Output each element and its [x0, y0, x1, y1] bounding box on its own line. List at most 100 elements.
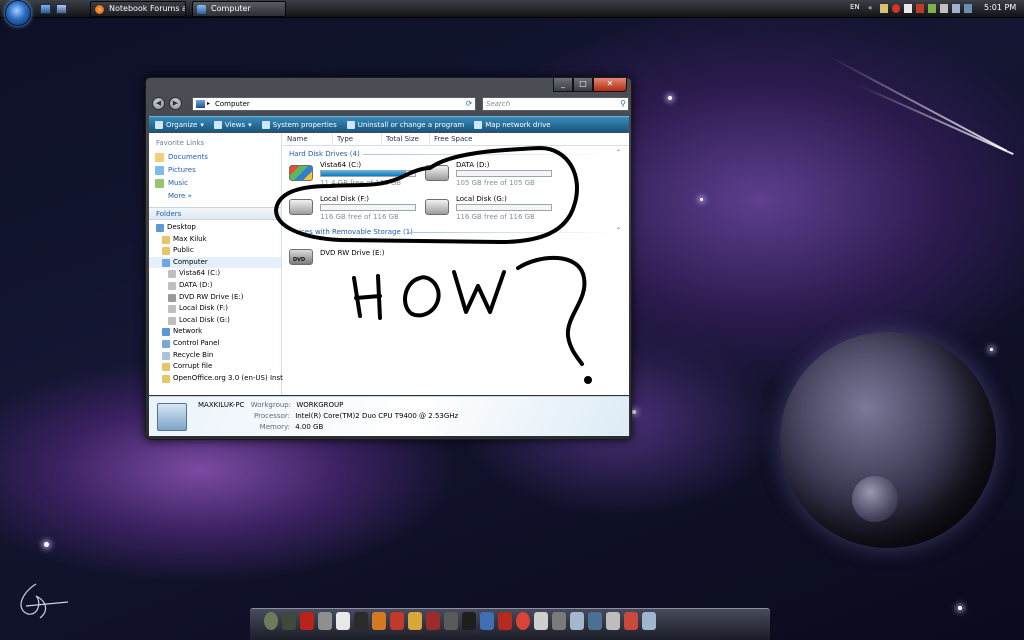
address-bar[interactable]: ▸ Computer: [192, 97, 476, 111]
dock-app-icon[interactable]: [606, 612, 620, 630]
drive-c[interactable]: Vista64 (C:) 11.4 GB free of 116 GB: [289, 161, 429, 187]
minimize-button[interactable]: _: [553, 78, 573, 92]
hard-drive-icon: [168, 316, 176, 325]
dock-app-icon[interactable]: [498, 612, 512, 630]
favorite-link-music[interactable]: Music: [149, 177, 281, 190]
uninstall-program-button[interactable]: Uninstall or change a program: [346, 120, 464, 129]
taskbar-clock[interactable]: 5:01 PM: [984, 3, 1016, 12]
breadcrumb[interactable]: Computer: [215, 100, 250, 108]
language-indicator[interactable]: EN: [850, 3, 860, 11]
dock-app-icon[interactable]: [534, 612, 548, 630]
tree-item-desktop[interactable]: Desktop: [149, 222, 281, 234]
taskbar-button-computer[interactable]: Computer: [192, 1, 286, 17]
tree-item-control-panel[interactable]: Control Panel: [149, 338, 281, 350]
tray-network-icon[interactable]: [880, 4, 888, 13]
dock-app-icon[interactable]: [300, 612, 314, 630]
maximize-button[interactable]: □: [573, 78, 593, 92]
music-icon: [155, 179, 164, 188]
memory-label: Memory:: [259, 423, 290, 431]
refresh-icon[interactable]: ⟳: [463, 97, 475, 111]
system-properties-button[interactable]: System properties: [261, 120, 337, 129]
taskbar-button-firefox[interactable]: Notebook Forums a...: [90, 1, 186, 17]
dock-app-icon[interactable]: [390, 612, 404, 630]
workgroup-value: WORKGROUP: [296, 401, 344, 409]
tree-item-public[interactable]: Public: [149, 245, 281, 257]
drive-free-space: 105 GB free of 105 GB: [456, 179, 535, 187]
folders-toggle[interactable]: Folders: [149, 207, 281, 220]
map-network-drive-button[interactable]: Map network drive: [474, 120, 551, 129]
favorite-link-more[interactable]: More »: [149, 190, 281, 203]
views-icon: [213, 120, 222, 129]
views-button[interactable]: Views ▾: [213, 120, 252, 129]
processor-row: Processor: Intel(R) Core(TM)2 Duo CPU T9…: [198, 412, 458, 420]
show-desktop-icon[interactable]: [40, 4, 51, 14]
window-controls: _ □ ✕: [553, 78, 627, 92]
column-header-type[interactable]: Type: [333, 133, 382, 146]
dock-app-icon[interactable]: [480, 612, 494, 630]
computer-icon: [196, 100, 205, 108]
breadcrumb-arrow-icon[interactable]: ▸: [207, 100, 210, 107]
tree-item-drive-d[interactable]: DATA (D:): [149, 280, 281, 292]
tree-item-user[interactable]: Max Kiluk: [149, 234, 281, 246]
close-button[interactable]: ✕: [593, 78, 627, 92]
dock-app-icon[interactable]: [516, 612, 530, 630]
dock-app-icon[interactable]: [318, 612, 332, 630]
group-header-hard-disks[interactable]: Hard Disk Drives (4): [289, 150, 360, 158]
tray-shield-icon[interactable]: [892, 4, 900, 13]
drive-e-dvd[interactable]: DVD DVD RW Drive (E:): [289, 245, 429, 271]
tree-item-network[interactable]: Network: [149, 326, 281, 338]
dock-app-icon[interactable]: [624, 612, 638, 630]
dock-app-icon[interactable]: [426, 612, 440, 630]
tree-item-openoffice[interactable]: OpenOffice.org 3.0 (en-US) Inst: [149, 373, 283, 385]
dock-app-icon[interactable]: [552, 612, 566, 630]
drive-g[interactable]: Local Disk (G:) 116 GB free of 116 GB: [425, 195, 565, 221]
search-icon[interactable]: ⚲: [620, 99, 626, 108]
column-headers: Name Type Total Size Free Space: [283, 133, 629, 146]
tree-item-drive-c[interactable]: Vista64 (C:): [149, 268, 281, 280]
dock-app-icon[interactable]: [588, 612, 602, 630]
switch-windows-icon[interactable]: [56, 4, 67, 14]
tray-app-icon[interactable]: [904, 4, 912, 13]
recycle-bin-icon[interactable]: [642, 612, 656, 630]
tray-app-icon[interactable]: [916, 4, 924, 13]
tree-item-computer[interactable]: Computer: [149, 256, 281, 269]
tray-app-icon[interactable]: [928, 4, 936, 13]
favorite-link-pictures[interactable]: Pictures: [149, 164, 281, 177]
dock-app-icon[interactable]: [408, 612, 422, 630]
tree-item-recycle-bin[interactable]: Recycle Bin: [149, 350, 281, 362]
organize-button[interactable]: Organize ▾: [155, 120, 204, 129]
dock-app-icon[interactable]: [462, 612, 476, 630]
favorite-link-documents[interactable]: Documents: [149, 151, 281, 164]
search-input[interactable]: Search ⚲: [482, 97, 629, 111]
column-header-free-space[interactable]: Free Space: [430, 133, 490, 146]
tray-app-icon[interactable]: [940, 4, 948, 13]
dock-app-icon[interactable]: [264, 612, 278, 630]
collapse-group-icon[interactable]: ⌃: [616, 149, 621, 156]
tree-item-drive-g[interactable]: Local Disk (G:): [149, 315, 281, 327]
collapse-group-icon[interactable]: ⌃: [616, 227, 621, 234]
tray-chevron-icon[interactable]: «: [868, 4, 876, 13]
dock-app-icon[interactable]: [570, 612, 584, 630]
drive-d[interactable]: DATA (D:) 105 GB free of 105 GB: [425, 161, 565, 187]
dock-app-icon[interactable]: [336, 612, 350, 630]
wallpaper-star: [990, 348, 993, 351]
column-header-total-size[interactable]: Total Size: [382, 133, 430, 146]
dock-app-icon[interactable]: [282, 612, 296, 630]
tree-item-drive-f[interactable]: Local Disk (F:): [149, 303, 281, 315]
forward-button[interactable]: ▶: [169, 97, 182, 110]
dock-app-icon[interactable]: [354, 612, 368, 630]
tray-network-status-icon[interactable]: [964, 4, 972, 13]
tree-item-corrupt-file[interactable]: Corrupt file: [149, 361, 281, 373]
drive-f[interactable]: Local Disk (F:) 116 GB free of 116 GB: [289, 195, 429, 221]
group-divider: [407, 232, 613, 233]
dock-app-icon[interactable]: [372, 612, 386, 630]
back-button[interactable]: ◀: [152, 97, 165, 110]
tray-volume-icon[interactable]: [952, 4, 960, 13]
start-orb-button[interactable]: [5, 0, 31, 26]
tree-item-drive-e[interactable]: DVD RW Drive (E:): [149, 292, 281, 304]
group-header-removable[interactable]: ices with Removable Storage (1): [299, 228, 413, 236]
control-panel-icon: [162, 339, 170, 348]
column-header-name[interactable]: Name: [283, 133, 333, 146]
navigation-pane: Favorite Links Documents Pictures Music …: [149, 133, 283, 395]
dock-app-icon[interactable]: [444, 612, 458, 630]
